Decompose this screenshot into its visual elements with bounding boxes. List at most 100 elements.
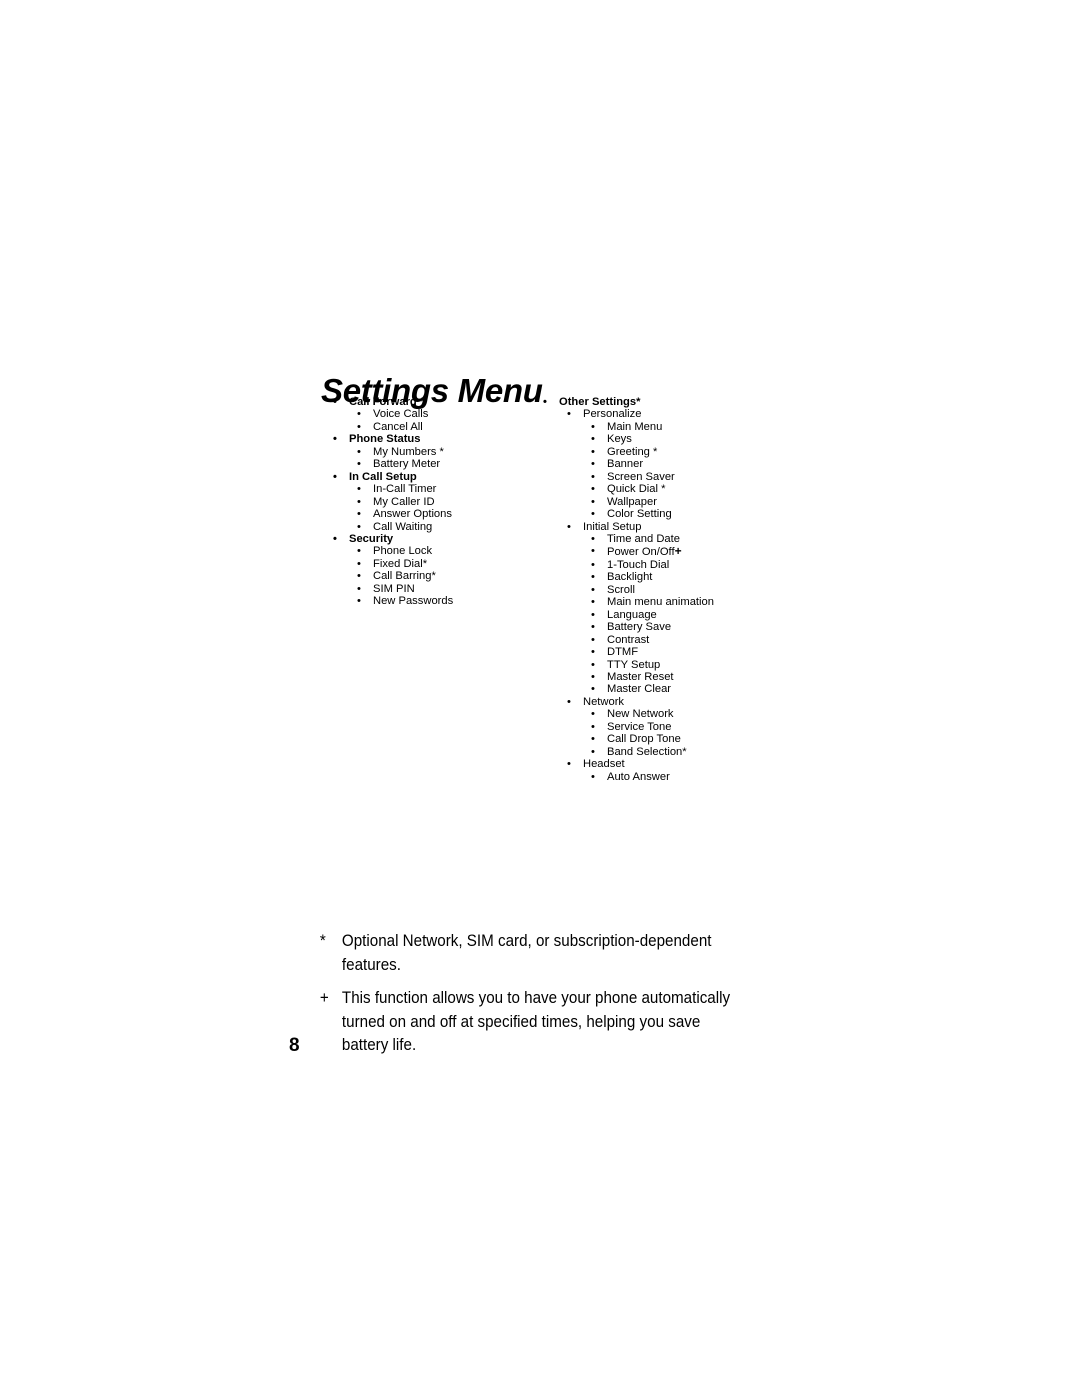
menu-item-level-3: • Time and Date: [539, 533, 799, 545]
bullet-icon: •: [591, 683, 595, 696]
bullet-icon: •: [333, 470, 337, 483]
menu-item-level-3: • Quick Dial *: [539, 483, 799, 495]
bullet-icon: •: [357, 557, 361, 570]
menu-item-label: In-Call Timer: [373, 483, 437, 496]
bullet-icon: •: [591, 508, 595, 521]
bullet-icon: •: [591, 770, 595, 783]
footnote-text: This function allows you to have your ph…: [341, 989, 731, 1054]
menu-item-label: Fixed Dial*: [373, 557, 428, 570]
bullet-icon: •: [357, 545, 361, 558]
menu-item-label: Master Reset: [607, 670, 674, 683]
menu-item-label: Backlight: [607, 571, 653, 584]
menu-item-level-2: • Fixed Dial*: [329, 558, 529, 570]
menu-item-label: Battery Save: [607, 621, 672, 634]
menu-item-label: DTMF: [607, 646, 639, 659]
menu-item-level-3: • Color Setting: [539, 508, 799, 520]
bullet-icon: •: [357, 408, 361, 421]
bullet-icon: •: [591, 545, 595, 558]
menu-item-level-2: • In-Call Timer: [329, 483, 529, 495]
bullet-icon: •: [357, 495, 361, 508]
bullet-icon: •: [357, 595, 361, 608]
menu-item-label: Answer Options: [373, 508, 452, 521]
footnote-text: Optional Network, SIM card, or subscript…: [341, 932, 712, 974]
menu-item-label: In Call Setup: [349, 470, 417, 483]
menu-item-level-2: • My Numbers *: [329, 446, 529, 458]
menu-item-label: Cancel All: [373, 420, 423, 433]
menu-item-level-3: • Battery Save: [539, 621, 799, 633]
menu-item-label: Scroll: [607, 583, 635, 596]
manual-page: Settings Menu • Call Forward * • Voice Call…: [0, 0, 1080, 1397]
menu-item-label: New Passwords: [373, 595, 454, 608]
bullet-icon: •: [567, 695, 571, 708]
menu-item-level-2: • Initial Setup: [539, 521, 799, 533]
footnote-marker: +: [319, 989, 329, 1007]
bullet-icon: •: [591, 470, 595, 483]
menu-item-label: Wallpaper: [607, 495, 657, 508]
menu-item-label: Color Setting: [607, 508, 672, 521]
menu-item-label: Main menu animation: [607, 596, 714, 609]
menu-item-label: Phone Status: [349, 433, 421, 446]
menu-item-label: Power On/Off+: [607, 544, 682, 559]
menu-item-label: Greeting *: [607, 445, 658, 458]
menu-item-level-1: • Phone Status: [329, 433, 529, 445]
menu-item-level-3: • Scroll: [539, 584, 799, 596]
menu-item-level-1: • Call Forward *: [329, 396, 529, 408]
bullet-icon: •: [591, 495, 595, 508]
bullet-icon: •: [591, 646, 595, 659]
menu-item-label: Time and Date: [607, 532, 680, 545]
bullet-icon: •: [357, 508, 361, 521]
menu-item-level-3: • Backlight: [539, 571, 799, 583]
menu-item-level-3: • Power On/Off+: [539, 545, 799, 558]
footnote: + This function allows you to have your p…: [318, 987, 750, 1058]
bullet-icon: •: [591, 558, 595, 571]
menu-item-label: Headset: [583, 758, 625, 771]
menu-item-level-3: • New Network: [539, 708, 799, 720]
menu-item-level-1: • Security: [329, 533, 529, 545]
menu-item-level-3: • Master Reset: [539, 671, 799, 683]
bullet-icon: •: [591, 571, 595, 584]
bullet-icon: •: [591, 433, 595, 446]
bullet-icon: •: [357, 483, 361, 496]
menu-item-label: Language: [607, 608, 657, 621]
menu-item-label: Call Waiting: [373, 520, 433, 533]
menu-item-level-3: • Main menu animation: [539, 596, 799, 608]
menu-item-level-3: • Language: [539, 609, 799, 621]
menu-item-label: Auto Answer: [607, 770, 670, 783]
menu-item-level-3: • Contrast: [539, 634, 799, 646]
bullet-icon: •: [591, 708, 595, 721]
menu-item-level-2: • My Caller ID: [329, 496, 529, 508]
menu-item-label: Personalize: [583, 408, 642, 421]
bullet-icon: •: [543, 396, 547, 408]
menu-item-label: Quick Dial *: [607, 483, 666, 496]
menu-item-label: Battery Meter: [373, 458, 441, 471]
menu-item-level-3: • DTMF: [539, 646, 799, 658]
bullet-icon: •: [333, 532, 337, 545]
footnote-dagger-marker: +: [674, 544, 682, 559]
bullet-icon: •: [591, 532, 595, 545]
menu-item-level-2: • Phone Lock: [329, 545, 529, 557]
menu-item-level-3: • Service Tone: [539, 721, 799, 733]
bullet-icon: •: [591, 745, 595, 758]
menu-item-label: Voice Calls: [373, 408, 429, 421]
menu-item-label: Phone Lock: [373, 545, 433, 558]
footnotes: * Optional Network, SIM card, or subscrip…: [318, 930, 788, 1068]
menu-item-level-3: • Greeting *: [539, 446, 799, 458]
menu-item-level-2: • Headset: [539, 758, 799, 770]
menu-item-label: Other Settings*: [559, 396, 641, 408]
menu-item-level-2: • Personalize: [539, 408, 799, 420]
bullet-icon: •: [333, 396, 337, 408]
menu-item-level-3: • Main Menu: [539, 421, 799, 433]
menu-item-label: Initial Setup: [583, 520, 642, 533]
menu-item-level-2: • Battery Meter: [329, 458, 529, 470]
bullet-icon: •: [333, 433, 337, 446]
menu-item-label: Band Selection*: [607, 745, 687, 758]
bullet-icon: •: [591, 733, 595, 746]
menu-item-label: Service Tone: [607, 720, 672, 733]
bullet-icon: •: [591, 445, 595, 458]
bullet-icon: •: [591, 483, 595, 496]
menu-item-level-2: • Cancel All: [329, 421, 529, 433]
bullet-icon: •: [357, 445, 361, 458]
bullet-icon: •: [591, 583, 595, 596]
menu-item-label: Call Barring*: [373, 570, 436, 583]
menu-item-level-3: • Keys: [539, 433, 799, 445]
